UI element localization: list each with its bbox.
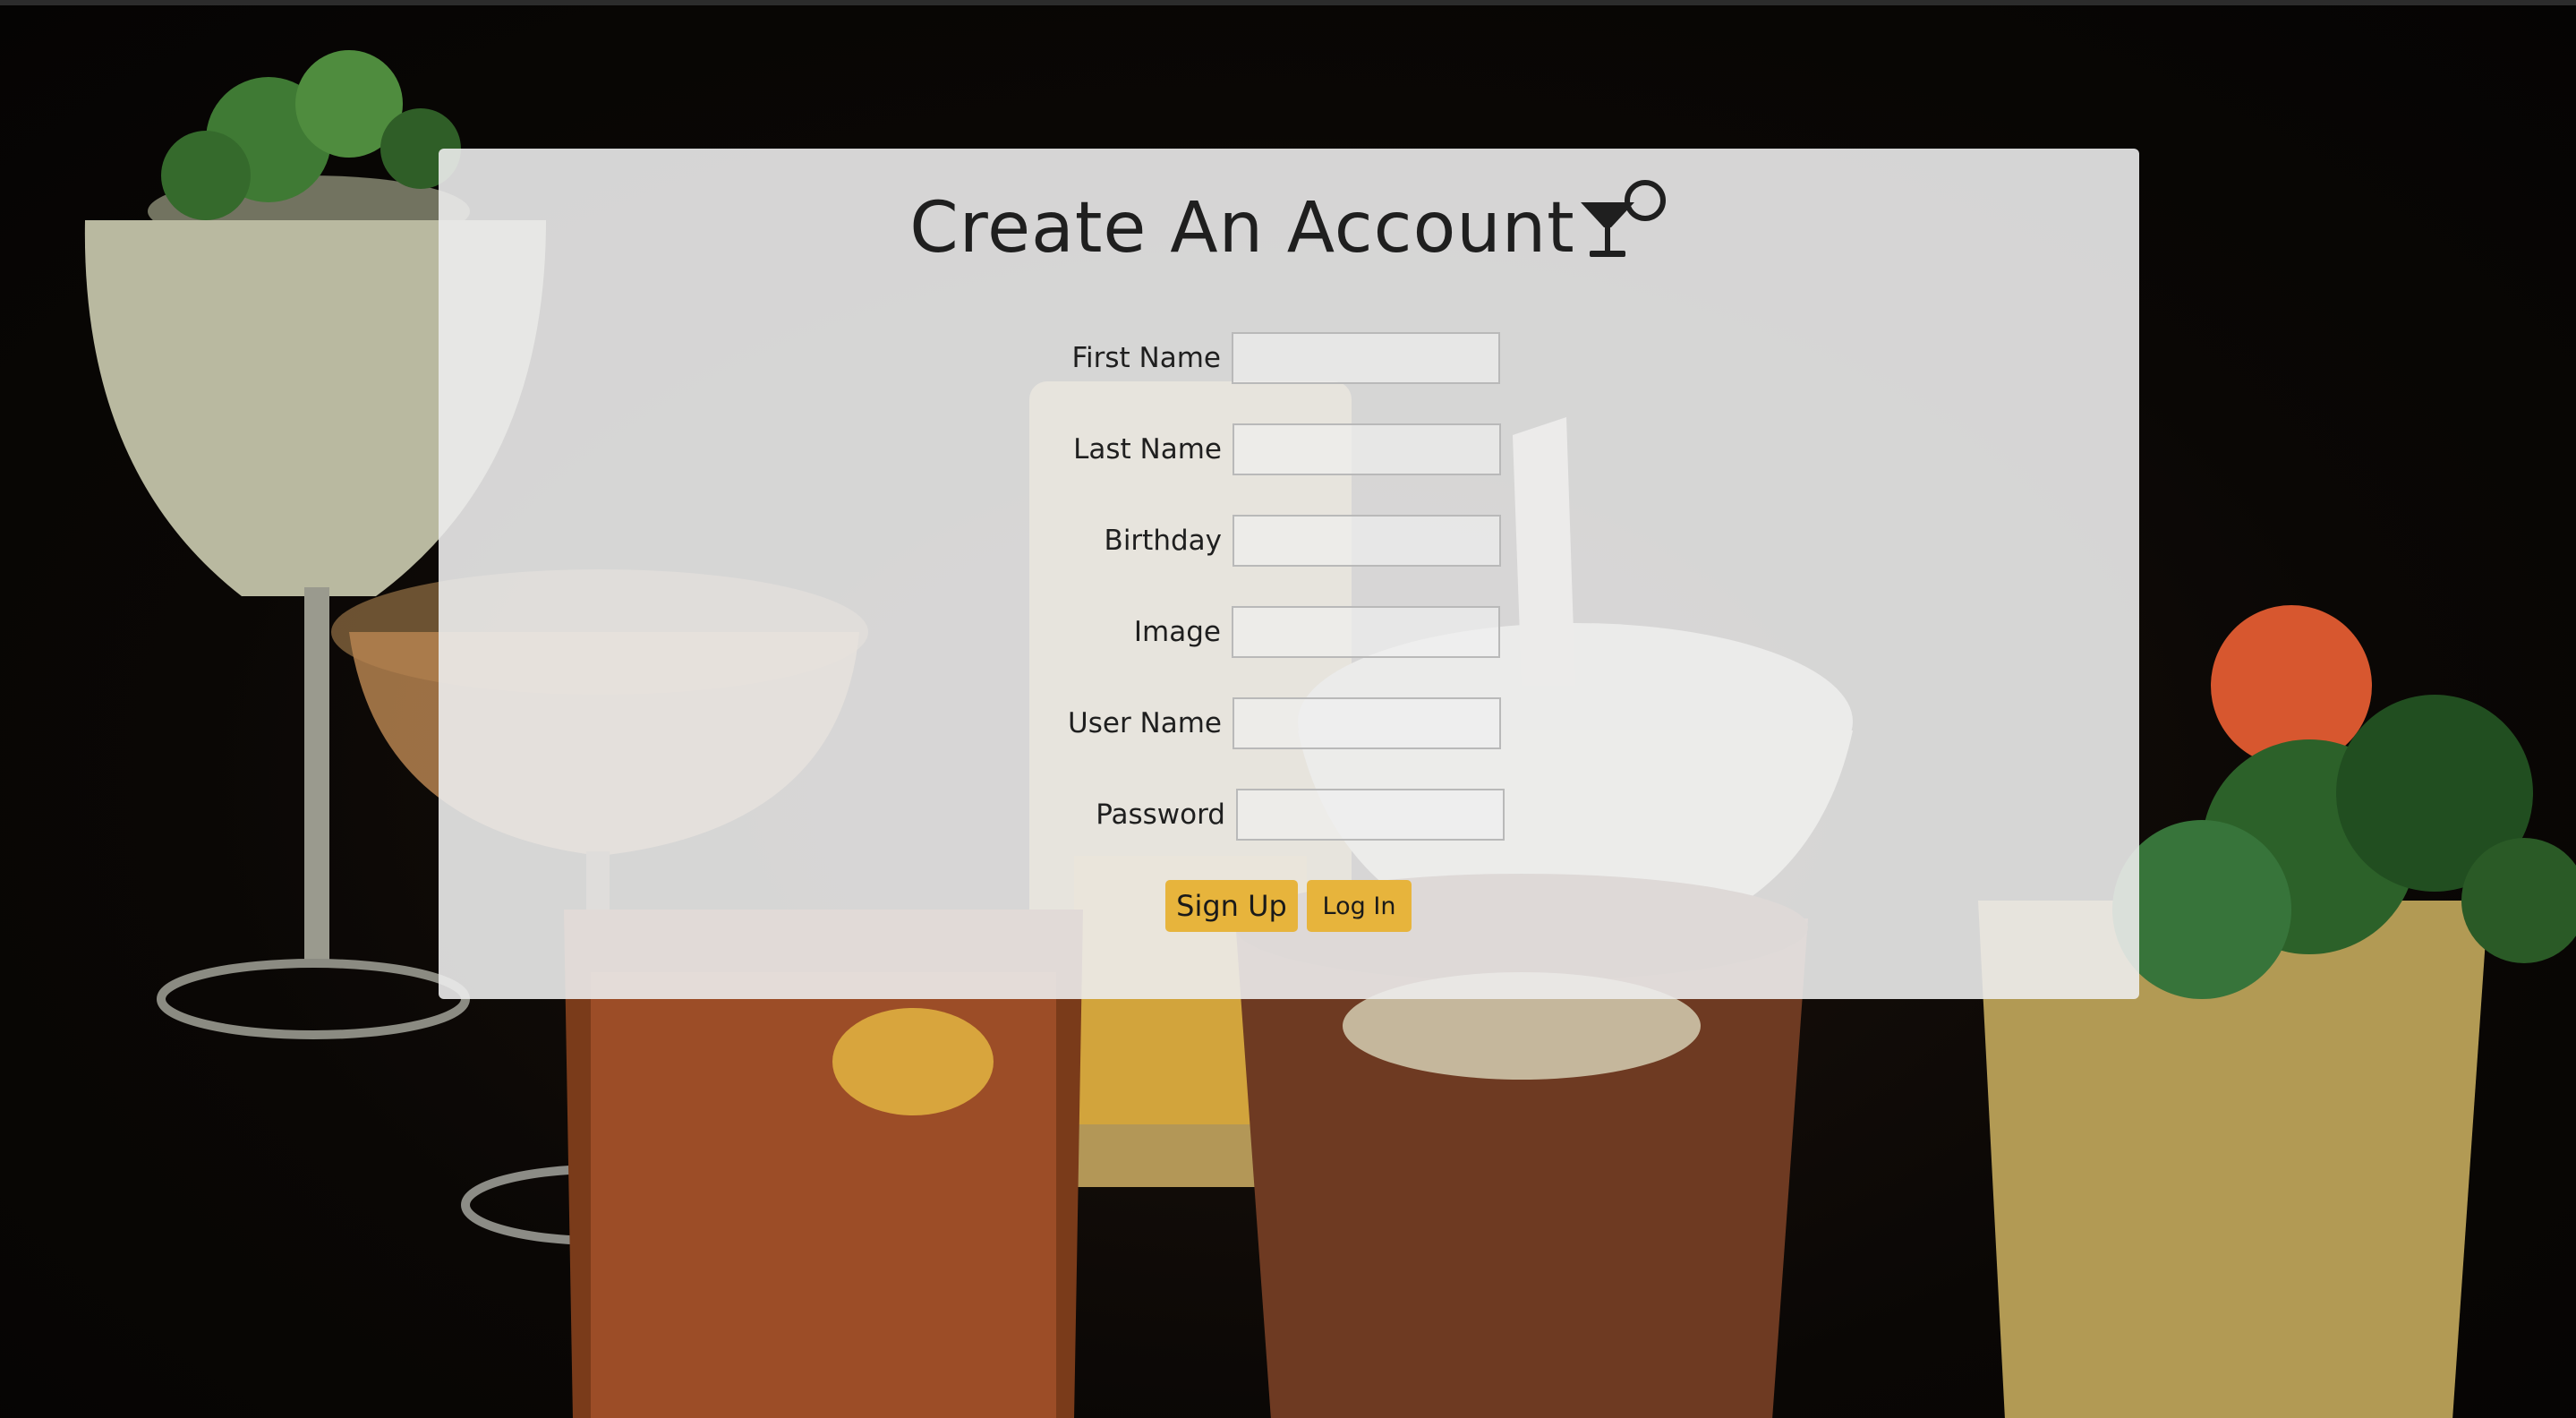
password-label: Password — [1096, 799, 1225, 831]
password-row: Password — [1067, 788, 1505, 841]
first-name-row: First Name — [1067, 331, 1500, 385]
first-name-input[interactable] — [1232, 332, 1500, 384]
sign-up-button[interactable]: Sign Up — [1165, 880, 1298, 932]
log-in-button[interactable]: Log In — [1307, 880, 1412, 932]
page-title: Create An Account — [0, 179, 2576, 269]
page-title-text: Create An Account — [909, 188, 1575, 269]
signup-card — [439, 149, 2139, 999]
birthday-input[interactable] — [1233, 515, 1501, 567]
last-name-label: Last Name — [1073, 433, 1222, 466]
user-name-label: User Name — [1068, 707, 1222, 739]
user-name-input[interactable] — [1233, 697, 1501, 749]
image-input[interactable] — [1232, 606, 1500, 658]
image-label: Image — [1133, 616, 1221, 648]
first-name-label: First Name — [1071, 342, 1221, 374]
birthday-row: Birthday — [1067, 514, 1501, 568]
user-name-row: User Name — [1067, 696, 1501, 750]
image-row: Image — [1067, 605, 1500, 659]
password-input[interactable] — [1236, 789, 1505, 841]
birthday-label: Birthday — [1104, 525, 1222, 557]
last-name-row: Last Name — [1067, 423, 1501, 476]
last-name-input[interactable] — [1233, 423, 1501, 475]
cocktail-glass-icon — [1580, 180, 1666, 257]
